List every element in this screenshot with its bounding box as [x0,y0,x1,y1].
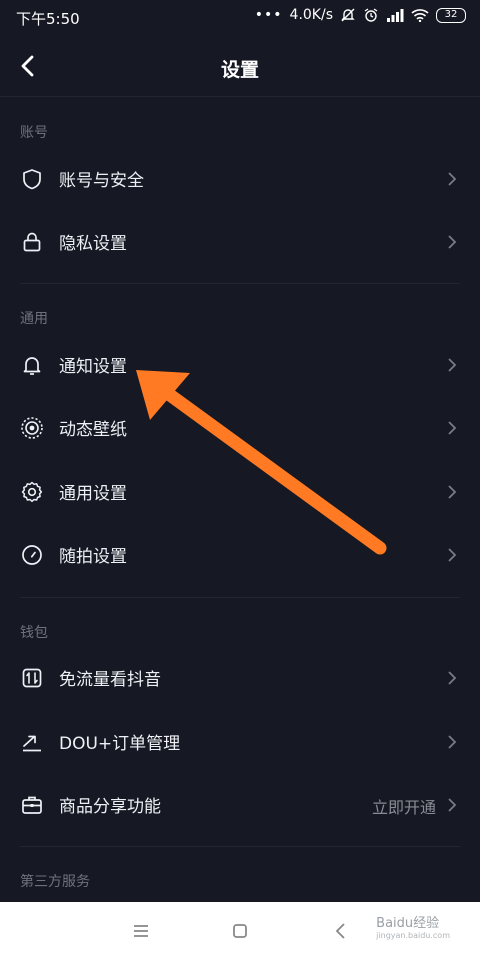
chevron-right-icon [448,235,457,249]
activate-now-link[interactable]: 立即开通 [372,794,436,818]
signal-icon [387,9,404,22]
chevron-right-icon [448,671,457,685]
status-bar: 下午5:50 ••• 4.0K/s 32 [0,0,480,36]
bell-icon [23,357,41,375]
chevron-right-icon [448,421,457,435]
system-nav-bar: Baidu经验 jingyan.baidu.com [0,902,480,960]
settings-item-label: 隐私设置 [59,234,127,254]
mute-bell-icon [341,8,355,22]
settings-item-notifications[interactable]: 通知设置 [0,333,480,396]
settings-item-label: 通知设置 [59,357,127,377]
wifi-icon [411,9,429,22]
battery-icon: 32 [436,7,466,23]
settings-item-free-data[interactable]: 免流量看抖音 [0,646,480,709]
settings-item-label: 通用设置 [59,484,127,504]
data-plan-icon [22,668,42,688]
settings-item-label: 免流量看抖音 [59,670,161,690]
settings-item-label: 账号与安全 [59,171,144,191]
alarm-icon [364,8,378,22]
chevron-right-icon [448,735,457,749]
watermark: Baidu经验 jingyan.baidu.com [376,912,450,940]
network-speed: 4.0K/s [289,7,333,23]
home-icon[interactable] [229,920,251,942]
gear-icon [21,481,43,503]
chevron-right-icon [448,485,457,499]
section-title-third-party: 第三方服务 [20,874,90,890]
settings-item-label: 商品分享功能 [59,797,161,817]
back-nav-icon[interactable] [330,920,352,942]
settings-item-general[interactable]: 通用设置 [0,460,480,523]
section-divider [20,846,460,847]
status-icons: ••• 4.0K/s 32 [255,7,466,23]
shield-icon [23,169,41,190]
chevron-right-icon [448,798,457,812]
chevron-right-icon [448,548,457,562]
chevron-right-icon [448,358,457,372]
clock-icon [22,545,42,565]
settings-item-label: 动态壁纸 [59,420,127,440]
settings-item-dou-orders[interactable]: DOU+订单管理 [0,710,480,773]
settings-item-label: DOU+订单管理 [59,734,181,754]
briefcase-icon [22,796,42,814]
settings-item-privacy[interactable]: 隐私设置 [0,210,480,273]
section-title-account: 账号 [20,125,48,141]
header: 设置 [0,36,480,97]
section-divider [20,597,460,598]
menu-icon[interactable] [130,920,152,942]
wallpaper-icon [21,417,43,439]
status-time: 下午5:50 [16,10,80,28]
settings-item-quick-shoot[interactable]: 随拍设置 [0,523,480,586]
page-title: 设置 [220,59,259,81]
lock-icon [23,232,41,252]
settings-item-account-security[interactable]: 账号与安全 [0,147,480,210]
section-divider [20,283,460,284]
settings-item-product-share[interactable]: 商品分享功能 立即开通 [0,773,480,836]
section-title-wallet: 钱包 [20,625,48,641]
settings-item-live-wallpaper[interactable]: 动态壁纸 [0,396,480,459]
trend-icon [23,735,41,752]
settings-item-label: 随拍设置 [59,547,127,567]
section-title-general: 通用 [20,311,48,327]
status-dots: ••• [254,7,283,23]
chevron-right-icon [448,172,457,186]
watermark-text: Baidu经验 [376,916,440,931]
watermark-subtext: jingyan.baidu.com [376,931,450,940]
